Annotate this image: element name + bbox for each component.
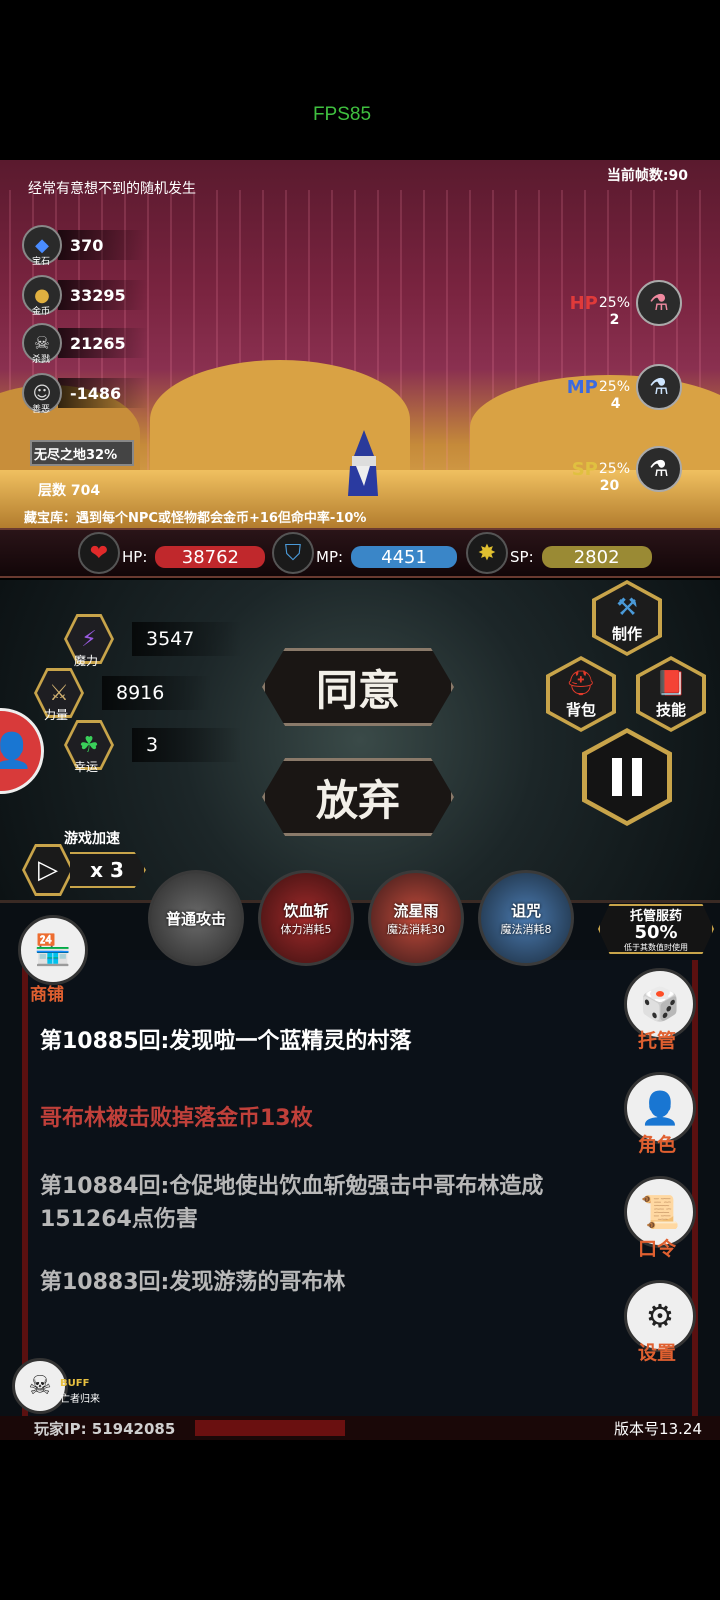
abandon-button[interactable]: 放弃	[262, 758, 454, 836]
gem-icon: ◆ 宝石	[22, 225, 62, 267]
shop-icon: 🏪	[34, 932, 72, 968]
resource-kills: ☠ 杀戮 21265	[22, 323, 148, 365]
game-screen: FPS85 经常有意想不到的随机发生 当前帧数:90 ◆ 宝石 370 ● 金币 3…	[0, 0, 720, 1600]
treasure-effect: 藏宝库：遇到每个NPC或怪物都会金币+16但命中率-10%	[24, 511, 367, 526]
random-tip: 经常有意想不到的随机发生	[28, 181, 196, 197]
heart-icon: ❤	[78, 532, 120, 574]
skill-meteor-shower[interactable]: 流星雨 魔法消耗30	[368, 870, 464, 966]
coin-icon: ● 金币	[22, 275, 62, 317]
framerate-label: 当前帧数:90	[606, 168, 688, 184]
gear-icon: ⚙	[645, 1297, 675, 1335]
resource-coins: ● 金币 33295	[22, 275, 148, 317]
strength-icon: ✸	[466, 532, 508, 574]
wizard-player-sprite	[348, 430, 378, 496]
auto-potion-setting[interactable]: 托管服药 50% 低于其数值时使用	[598, 904, 714, 954]
log-entry: 哥布林被击败掉落金币13枚	[40, 1106, 313, 1131]
floor-counter: 层数 704	[38, 483, 101, 499]
skull-icon: ☠ 杀戮	[22, 323, 62, 365]
stat-bar: ❤ HP: 38762 ⛉ MP: 4451 ✸ SP: 2802	[0, 528, 720, 578]
pause-icon	[587, 733, 667, 821]
user-icon: 👤	[0, 731, 34, 771]
play-icon: ▷	[25, 847, 71, 893]
hp-potion-icon: ⚗	[636, 280, 682, 326]
hp-value: 38762	[155, 546, 266, 568]
scroll-icon: 📜	[640, 1193, 680, 1231]
anvil-icon: ⚒	[616, 592, 638, 621]
shop-button[interactable]: 🏪	[18, 915, 88, 985]
auto-label: 托管	[638, 1030, 677, 1052]
skull-icon: ☠	[28, 1371, 52, 1401]
settings-label: 设置	[638, 1342, 677, 1364]
dice-icon: 🎲	[640, 985, 680, 1023]
resource-karma: ☺ 善恶 -1486	[22, 373, 148, 415]
log-entry: 第10883回:发现游荡的哥布林	[40, 1270, 346, 1295]
mp-potion-icon: ⚗	[636, 364, 682, 410]
book-icon: 📕	[656, 668, 686, 697]
hp-potion[interactable]: HP 25% ⚗ 2	[570, 280, 682, 328]
skill-curse[interactable]: 诅咒 魔法消耗8	[478, 870, 574, 966]
skill-blood-slash[interactable]: 饮血斩 体力消耗5	[258, 870, 354, 966]
mp-value: 4451	[351, 546, 458, 568]
resource-gems: ◆ 宝石 370	[22, 225, 148, 267]
sp-stat: ✸ SP: 2802	[466, 532, 652, 574]
fps-counter: FPS85	[312, 104, 372, 125]
mp-stat: ⛉ MP: 4451	[272, 532, 458, 574]
version-label: 版本号13.24	[614, 1420, 702, 1438]
helmet-icon: ⛑	[565, 668, 597, 697]
sp-potion[interactable]: SP 25% ⚗ 20	[572, 446, 682, 494]
log-entry: 第10884回:仓促地使出饮血斩勉强击中哥布林造成151264点伤害	[40, 1174, 544, 1232]
armor-icon: ⛉	[272, 532, 314, 574]
log-entry: 第10885回:发现啦一个蓝精灵的村落	[40, 1029, 412, 1054]
agree-button[interactable]: 同意	[262, 648, 454, 726]
sp-value: 2802	[541, 546, 652, 568]
attr-luck: ☘ 幸运 3	[64, 720, 242, 774]
hooded-figure-icon: 👤	[640, 1089, 680, 1127]
code-label: 口令	[638, 1238, 677, 1260]
mask-icon: ☺ 善恶	[22, 373, 62, 415]
shop-label: 商铺	[30, 985, 64, 1005]
attr-strength: ⚔ 力量 8916	[34, 668, 212, 722]
skill-normal-attack[interactable]: 普通攻击	[148, 870, 244, 966]
hp-stat: ❤ HP: 38762	[78, 532, 266, 574]
buff-name: 亡者归来	[60, 1394, 100, 1405]
zone-name: 无尽之地32%	[30, 440, 134, 466]
attr-magic: ⚡ 魔力 3547	[64, 614, 242, 668]
role-label: 角色	[638, 1134, 677, 1156]
speed-button[interactable]: ▷ x 3	[22, 844, 146, 896]
mp-potion[interactable]: MP 25% ⚗ 4	[567, 364, 682, 412]
sp-potion-icon: ⚗	[636, 446, 682, 492]
buff-title: BUFF	[60, 1378, 90, 1389]
player-ip: 玩家IP: 51942085	[34, 1420, 176, 1438]
